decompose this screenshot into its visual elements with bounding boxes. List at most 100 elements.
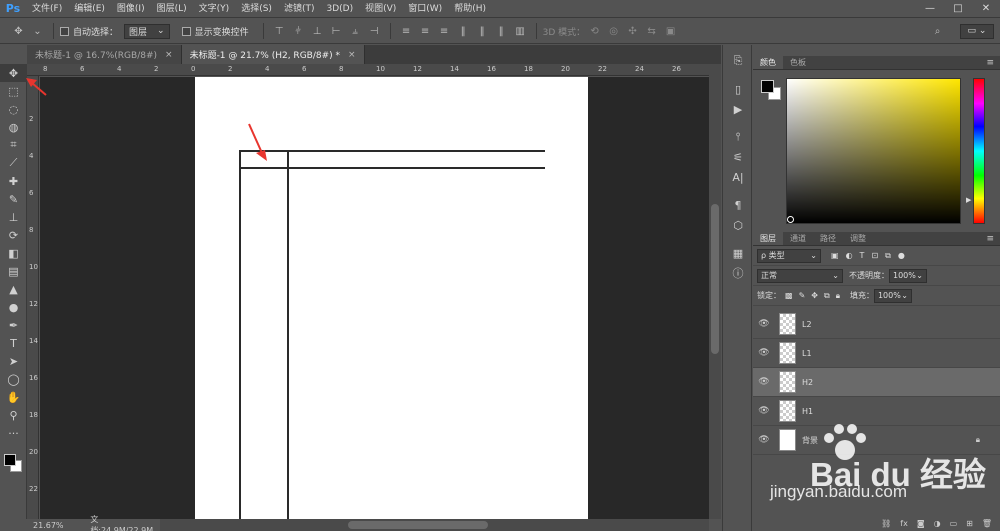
tab-paths[interactable]: 路径 [813,232,843,245]
link-icon[interactable]: ⛓ [881,519,891,528]
chevron-down-icon[interactable]: ⌄ [31,25,44,38]
filter-toggle-icon[interactable]: ● [898,251,905,260]
3d-drag-icon[interactable]: ✣ [626,25,639,38]
zoom-level[interactable]: 21.67% [33,521,74,530]
adjustment-icon[interactable]: ◑ [934,519,941,528]
auto-align-icon[interactable]: ▥ [514,25,527,38]
type-tool-icon[interactable]: T [0,334,27,352]
dodge-tool-icon[interactable]: ● [0,298,27,316]
eye-icon[interactable]: 👁︎ [753,406,775,416]
history-brush-icon[interactable]: ⟳ [0,226,27,244]
horizontal-scrollbar[interactable] [160,519,709,531]
healing-tool-icon[interactable]: ✚ [0,172,27,190]
character-panel-icon[interactable]: A| [723,167,753,187]
zoom-tool-icon[interactable]: ⚲ [0,406,27,424]
lock-pixels-icon[interactable]: ✎ [799,291,806,300]
menu-item[interactable]: 文字(Y) [193,0,236,18]
stamp-tool-icon[interactable]: ⊥ [0,208,27,226]
color-picker-handle[interactable] [787,216,794,223]
filter-type-icon[interactable]: T [860,251,865,260]
minimize-button[interactable]: — [916,0,944,18]
filter-adjust-icon[interactable]: ◐ [846,251,853,260]
tab-adjustments[interactable]: 调整 [843,232,873,245]
brush-panel-icon[interactable]: ⫯ [723,127,753,147]
brush-tool-icon[interactable]: ✎ [0,190,27,208]
eye-icon[interactable]: 👁︎ [753,377,775,387]
hue-slider[interactable] [973,78,985,224]
crop-tool-icon[interactable]: ⌗ [0,136,27,154]
layer-row[interactable]: 👁︎ H1 [753,397,1000,426]
tab-swatches[interactable]: 色板 [783,56,813,69]
align-top-icon[interactable]: ⊤ [273,25,286,38]
fill-input[interactable]: 100% ⌄ [873,288,912,303]
3d-rotate-icon[interactable]: ⟲ [588,25,601,38]
menu-item[interactable]: 编辑(E) [68,0,111,18]
pen-tool-icon[interactable]: ✒ [0,316,27,334]
horizontal-scroll-thumb[interactable] [348,521,488,529]
fx-icon[interactable]: fx [900,519,908,528]
more-tools-icon[interactable]: ··· [0,424,27,442]
menu-item[interactable]: 图层(L) [151,0,193,18]
auto-select-checkbox[interactable] [60,26,69,36]
3d-slide-icon[interactable]: ⇆ [645,25,658,38]
align-right-icon[interactable]: ⊣ [368,25,381,38]
opacity-input[interactable]: 100% ⌄ [889,268,927,283]
filter-shape-icon[interactable]: ⊡ [871,251,878,260]
distribute-vcenter-icon[interactable]: ≡ [419,25,432,38]
3d-panel-icon[interactable]: ⬡ [723,215,753,235]
color-field[interactable] [786,78,961,224]
distribute-left-icon[interactable]: ‖ [457,25,470,38]
gradient-tool-icon[interactable]: ▤ [0,262,27,280]
tab-document-2[interactable]: 未标题-1 @ 21.7% (H2, RGB/8#) * × [181,45,365,64]
align-vcenter-icon[interactable]: ⫩ [292,25,305,38]
distribute-hcenter-icon[interactable]: ‖ [476,25,489,38]
paragraph-panel-icon[interactable]: ¶ [723,195,753,215]
menu-item[interactable]: 选择(S) [235,0,278,18]
eye-icon[interactable]: 👁︎ [753,319,775,329]
blur-tool-icon[interactable]: ▲ [0,280,27,298]
distribute-right-icon[interactable]: ‖ [495,25,508,38]
panel-menu-icon[interactable]: ≡ [986,232,1000,245]
layer-filter-dropdown[interactable]: ρ 类型 ⌄ [757,248,821,263]
hand-tool-icon[interactable]: ✋ [0,388,27,406]
group-icon[interactable]: ▭ [950,519,958,528]
eye-icon[interactable]: 👁︎ [753,348,775,358]
menu-item[interactable]: 3D(D) [320,0,359,18]
align-left-icon[interactable]: ⊢ [330,25,343,38]
lock-icon[interactable]: 🔒︎ [976,435,980,445]
eraser-tool-icon[interactable]: ◧ [0,244,27,262]
search-icon[interactable]: ⌕ [931,25,944,38]
workspace-dropdown[interactable]: ▭ ⌄ [960,23,994,39]
close-button[interactable]: ✕ [972,0,1000,18]
3d-scale-icon[interactable]: ▣ [664,25,677,38]
tab-document-1[interactable]: 未标题-1 @ 16.7%(RGB/8#) × [27,45,182,64]
vertical-scroll-thumb[interactable] [711,204,719,354]
align-bottom-icon[interactable]: ⊥ [311,25,324,38]
panel-menu-icon[interactable]: ≡ [986,56,1000,69]
menu-item[interactable]: 视图(V) [359,0,402,18]
foreground-color-swatch[interactable] [761,80,774,93]
menu-item[interactable]: 帮助(H) [448,0,492,18]
align-hcenter-icon[interactable]: ⫨ [349,25,362,38]
trash-icon[interactable]: 🗑︎ [982,519,992,528]
filter-pixel-icon[interactable]: ▣ [831,251,839,260]
distribute-top-icon[interactable]: ≡ [400,25,413,38]
blend-mode-dropdown[interactable]: 正常 ⌄ [757,268,843,283]
brush-presets-icon[interactable]: ⚟ [723,147,753,167]
layer-row[interactable]: 👁︎ H2 [753,368,1000,397]
layer-row[interactable]: 👁︎ L2 [753,310,1000,339]
quick-select-tool-icon[interactable]: ◍ [0,118,27,136]
lock-all-icon[interactable]: 🔒︎ [836,291,840,301]
play-icon[interactable]: ▶ [723,99,753,119]
menu-item[interactable]: 文件(F) [26,0,68,18]
history-panel-icon[interactable]: ⎘ [723,51,753,71]
new-layer-icon[interactable]: ⊞ [966,519,973,528]
layer-row[interactable]: 👁︎ 背景 🔒︎ [753,426,1000,455]
shape-tool-icon[interactable]: ◯ [0,370,27,388]
lock-artboard-icon[interactable]: ⧉ [824,291,830,301]
vertical-scrollbar[interactable] [709,64,721,519]
close-icon[interactable]: × [165,50,173,60]
show-transform-checkbox[interactable] [181,26,191,36]
properties-panel-icon[interactable]: ▦ [723,243,753,263]
fg-bg-swatch[interactable] [761,80,783,102]
